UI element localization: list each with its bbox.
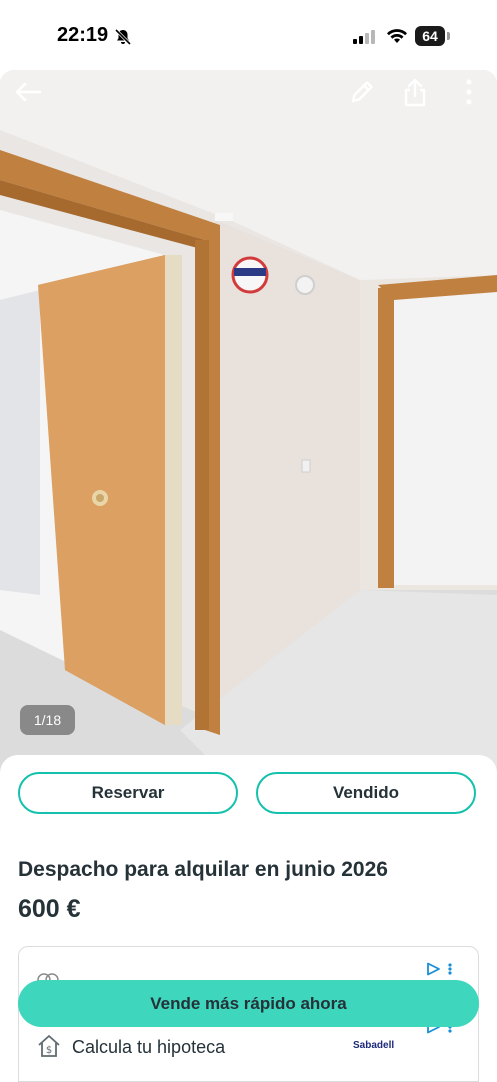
calculator-house-icon: $ [38, 1035, 60, 1057]
more-options-button[interactable] [451, 78, 487, 106]
mortgage-calculator-link[interactable]: Calcula tu hipoteca [72, 1037, 225, 1058]
edit-pencil-icon [351, 81, 373, 103]
back-arrow-icon [15, 82, 42, 102]
bell-off-icon [114, 28, 132, 46]
back-button[interactable] [10, 78, 46, 106]
svg-text:$: $ [46, 1045, 52, 1056]
share-icon [404, 78, 426, 107]
more-vertical-icon [466, 79, 472, 105]
status-time: 22:19 [57, 24, 109, 46]
listing-title: Despacho para alquilar en junio 2026 [18, 858, 388, 881]
listing-photo[interactable] [0, 70, 497, 780]
wifi-icon [387, 29, 407, 43]
photo-counter: 1/18 [20, 705, 75, 735]
listing-price: 600 € [18, 895, 81, 923]
signal-icon [353, 30, 375, 44]
ad-choices-icon[interactable] [426, 962, 454, 976]
sponsor-logo: Sabadell [353, 1040, 395, 1051]
sell-faster-button[interactable]: Vende más rápido ahora [18, 980, 479, 1027]
battery-level: 64 [415, 26, 445, 46]
edit-button[interactable] [344, 78, 380, 106]
battery-icon: 64 [415, 26, 451, 46]
reserve-button[interactable]: Reservar [18, 772, 238, 814]
status-bar: 22:19 64 [0, 0, 497, 70]
photo-image [0, 70, 497, 780]
sold-button[interactable]: Vendido [256, 772, 476, 814]
share-button[interactable] [397, 78, 433, 107]
